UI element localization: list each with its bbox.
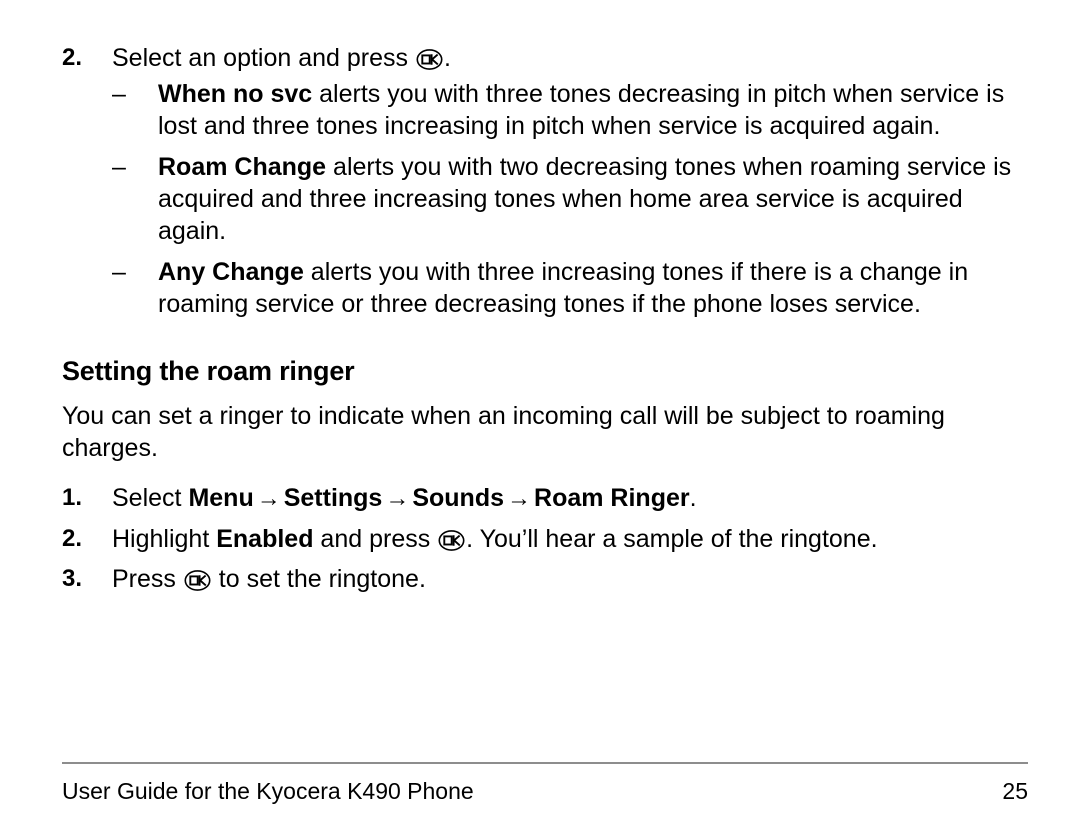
numbered-step: 3. Press to set the ringtone. [62, 559, 1030, 599]
step-text-before: Select an option and press [112, 44, 415, 72]
option-enabled: Enabled [216, 525, 314, 553]
dash-bullet-text: Roam Change alerts you with two decreasi… [158, 151, 1030, 247]
procedure-steps: 1. Select Menu → Settings → Sounds → Roam Ring… [62, 478, 1030, 599]
step-tail: . You’ll hear a sample of the ringtone. [466, 525, 878, 553]
section-heading: Setting the roam ringer [62, 356, 355, 386]
step-lead: Select [112, 484, 189, 512]
bullet-term: Any Change [158, 258, 304, 286]
step-number: 3. [62, 565, 83, 592]
ok-key-icon [416, 49, 443, 70]
arrow-icon: → [256, 485, 281, 512]
numbered-step: 2. Select an option and press . [62, 38, 1030, 78]
step-mid: and press [313, 525, 438, 553]
step-lead: Press [112, 565, 183, 593]
menu-item-roam-ringer: Roam Ringer [534, 484, 690, 512]
footer-row: User Guide for the Kyocera K490 Phone 25 [62, 776, 1028, 806]
dash-bullet-text: When no svc alerts you with three tones … [158, 78, 1030, 142]
dash-bullet-item: – Roam Change alerts you with two decrea… [112, 151, 1030, 247]
footer-title: User Guide for the Kyocera K490 Phone [62, 778, 474, 804]
arrow-icon: → [385, 485, 410, 512]
step-lead: Highlight [112, 525, 217, 553]
dash-bullet-item: – When no svc alerts you with three tone… [112, 78, 1030, 142]
dash-bullet-item: – Any Change alerts you with three incre… [112, 256, 1030, 320]
menu-item-settings: Settings [283, 484, 383, 512]
step-number: 2. [62, 44, 83, 71]
menu-item-sounds: Sounds [412, 484, 505, 512]
bullet-term: When no svc [158, 80, 313, 108]
numbered-step: 2. Highlight Enabled and press . You’ll … [62, 519, 1030, 559]
section-paragraph: You can set a ringer to indicate when an… [62, 402, 945, 462]
dash-marker: – [112, 258, 126, 286]
menu-item-menu: Menu [188, 484, 254, 512]
dash-marker: – [112, 153, 126, 181]
ok-key-icon [184, 570, 211, 591]
step-text: Press to set the ringtone. [112, 559, 1030, 599]
page-content: 2. Select an option and press . – When n… [62, 38, 1030, 599]
dash-bullet-text: Any Change alerts you with three increas… [158, 256, 1030, 320]
dash-marker: – [112, 80, 126, 108]
ok-key-icon [438, 530, 465, 551]
step-text-after: . [443, 44, 451, 72]
step-number: 1. [62, 484, 83, 511]
dash-bullet-list: – When no svc alerts you with three tone… [62, 78, 1030, 320]
footer-divider [62, 762, 1028, 764]
arrow-icon: → [507, 485, 532, 512]
step-text: Select Menu → Settings → Sounds → Roam Ringer. [112, 478, 1030, 519]
bullet-term: Roam Change [158, 153, 327, 181]
page-number: 25 [1002, 778, 1028, 804]
step-number: 2. [62, 525, 83, 552]
numbered-step: 1. Select Menu → Settings → Sounds → Roam Ring… [62, 478, 1030, 519]
step-tail: to set the ringtone. [211, 565, 426, 593]
step-text: Select an option and press . [112, 38, 1030, 78]
step-text: Highlight Enabled and press . You’ll hea… [112, 519, 1030, 559]
page-footer: User Guide for the Kyocera K490 Phone 25 [62, 762, 1028, 806]
document-page: 2. Select an option and press . – When n… [0, 0, 1080, 834]
step-trailing: . [689, 484, 697, 512]
